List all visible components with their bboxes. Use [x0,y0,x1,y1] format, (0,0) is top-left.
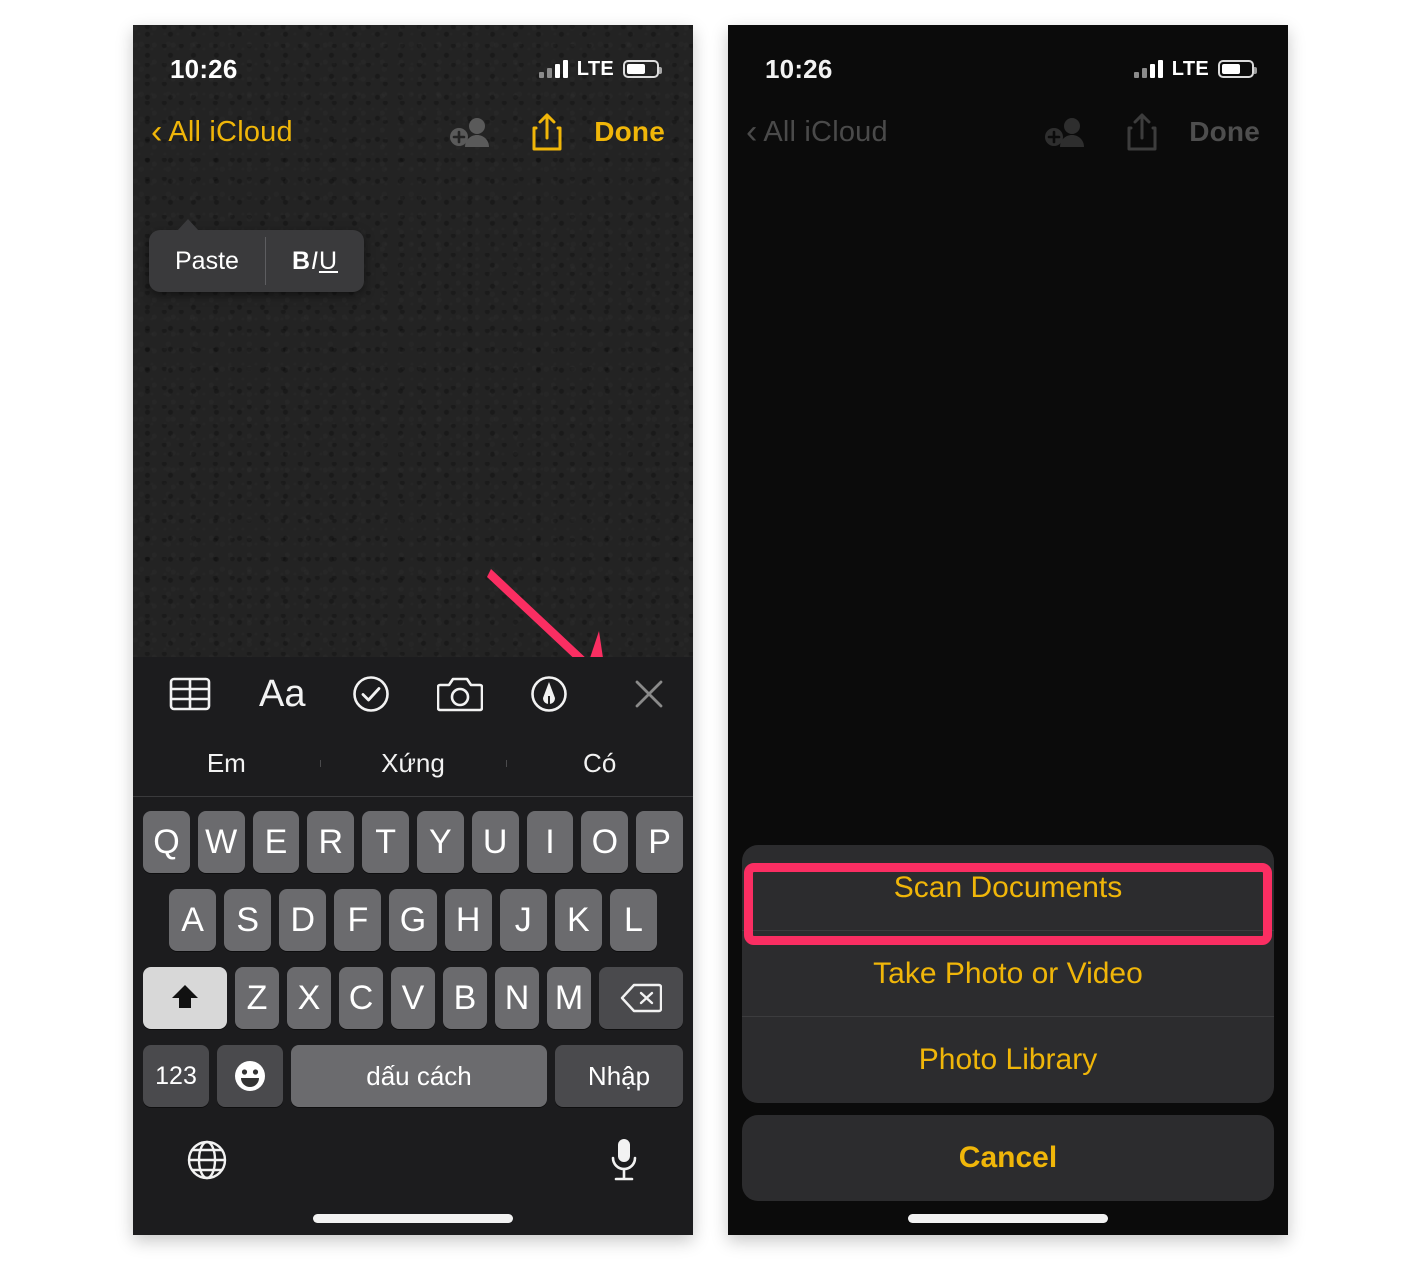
key-r[interactable]: R [307,811,355,873]
screenshot-stage: 10:26 LTE ‹ All iCloud Done Paste B I U … [0,0,1422,1278]
chevron-left-icon: ‹ [151,113,163,151]
key-h[interactable]: H [444,889,492,951]
home-indicator-right [728,1201,1288,1235]
status-bar-right: 10:26 LTE [728,25,1288,99]
back-button-label: All iCloud [763,115,888,148]
microphone-icon[interactable] [607,1137,641,1188]
shift-icon[interactable] [143,967,227,1029]
bold-label: B [291,246,311,275]
status-indicators-right: LTE [1133,57,1257,81]
key-g[interactable]: G [389,889,437,951]
close-icon[interactable] [631,676,667,712]
suggestion-item-0[interactable]: Em [133,748,320,779]
keyboard-row-4: 123 dấu cách Nhập [139,1045,687,1107]
cellular-signal-icon [1133,60,1163,78]
status-clock-right: 10:26 [765,53,833,84]
back-button-label: All iCloud [168,115,293,148]
text-format-icon[interactable]: Aa [259,675,305,713]
backspace-icon[interactable] [599,967,683,1029]
suggestion-item-2[interactable]: Có [506,748,693,779]
key-i[interactable]: I [526,811,574,873]
key-y[interactable]: Y [417,811,464,873]
add-person-icon[interactable] [1043,115,1089,149]
key-m[interactable]: M [547,967,591,1029]
status-clock: 10:26 [170,53,238,84]
format-biu-button[interactable]: BIU [266,230,364,292]
key-o[interactable]: O [581,811,629,873]
action-sheet-options: Scan Documents Take Photo or Video Photo… [742,845,1274,1103]
emoji-icon[interactable] [217,1045,283,1107]
keyboard-row-2: A S D F G H J K L [139,889,687,951]
space-key[interactable]: dấu cách [291,1045,547,1107]
text-format-label: Aa [259,673,306,715]
share-icon[interactable] [1125,111,1159,153]
key-x[interactable]: X [287,967,331,1029]
camera-icon[interactable] [437,675,484,713]
key-l[interactable]: L [609,889,657,951]
network-type-label: LTE [576,57,614,80]
status-bar-left: 10:26 LTE [133,25,693,99]
back-button[interactable]: ‹ All iCloud [151,115,293,149]
nav-bar-right: ‹ All iCloud Done [728,99,1288,165]
keyboard-bottom-row [133,1123,693,1201]
done-button[interactable]: Done [594,116,665,148]
key-e[interactable]: E [252,811,300,873]
paste-button[interactable]: Paste [149,230,265,292]
key-b[interactable]: B [443,967,487,1029]
key-t[interactable]: T [362,811,409,873]
action-cancel[interactable]: Cancel [742,1115,1274,1201]
keyboard-row-1: Q W E R T Y U I O P [139,811,687,873]
nav-bar-left: ‹ All iCloud Done [133,99,693,165]
action-take-photo-or-video[interactable]: Take Photo or Video [742,931,1274,1017]
numbers-key[interactable]: 123 [143,1045,209,1107]
note-format-toolbar: Aa [133,657,693,731]
key-d[interactable]: D [279,889,327,951]
action-photo-library[interactable]: Photo Library [742,1017,1274,1103]
paste-format-popup: Paste BIU [149,219,365,292]
underline-label: U [318,246,339,275]
key-n[interactable]: N [495,967,539,1029]
key-v[interactable]: V [391,967,435,1029]
battery-icon [623,60,662,78]
home-indicator-left [133,1201,693,1235]
share-icon[interactable] [530,111,564,153]
chevron-left-icon: ‹ [746,113,758,151]
key-j[interactable]: J [499,889,547,951]
done-button[interactable]: Done [1189,116,1260,148]
key-f[interactable]: F [334,889,382,951]
virtual-keyboard: Q W E R T Y U I O P A S D F G H J K L Z … [133,797,693,1107]
enter-key[interactable]: Nhập [555,1045,683,1107]
action-sheet: Scan Documents Take Photo or Video Photo… [728,845,1288,1201]
key-c[interactable]: C [339,967,383,1029]
back-button[interactable]: ‹ All iCloud [746,115,888,149]
key-u[interactable]: U [471,811,519,873]
phone-screen-right: 10:26 LTE ‹ All iCloud Done Scan Documen… [728,25,1288,1235]
key-p[interactable]: P [636,811,683,873]
add-person-icon[interactable] [448,115,494,149]
status-indicators: LTE [538,57,662,81]
phone-screen-left: 10:26 LTE ‹ All iCloud Done Paste B I U … [133,25,693,1235]
key-k[interactable]: K [554,889,602,951]
globe-icon[interactable] [185,1138,229,1187]
key-q[interactable]: Q [143,811,190,873]
network-type-label: LTE [1171,57,1209,80]
table-icon[interactable] [169,676,211,712]
predictive-text-bar: Em Xứng Có [133,731,693,797]
key-a[interactable]: A [169,889,217,951]
italic-label: I [311,246,319,275]
suggestion-item-1[interactable]: Xứng [319,748,507,779]
checklist-icon[interactable] [351,674,391,714]
action-scan-documents[interactable]: Scan Documents [742,845,1274,931]
key-w[interactable]: W [197,811,245,873]
cellular-signal-icon [538,60,568,78]
key-s[interactable]: S [224,889,272,951]
markup-pen-icon[interactable] [529,674,569,714]
key-z[interactable]: Z [235,967,279,1029]
battery-icon [1218,60,1257,78]
keyboard-row-3: Z X C V B N M [139,967,687,1029]
keyboard-container: Aa Em Xứng Có Q W E R T Y U I O P A S D … [133,657,693,1235]
